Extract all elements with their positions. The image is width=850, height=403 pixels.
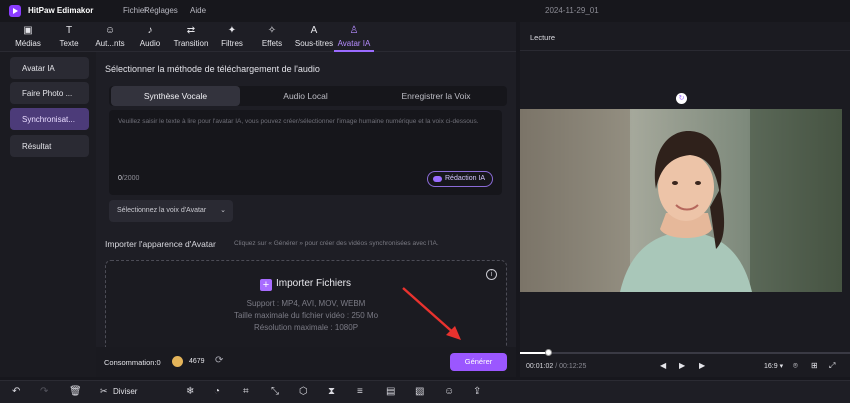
- tab-synthese-vocale[interactable]: Synthèse Vocale: [111, 86, 240, 106]
- transition-icon: ⇄: [186, 25, 196, 36]
- undo-icon[interactable]: ↶: [12, 386, 20, 397]
- tts-text-input[interactable]: Veuillez saisir le texte à lire pour l'a…: [109, 110, 502, 195]
- mirror-icon[interactable]: ⧗: [328, 386, 335, 397]
- crop-icon[interactable]: ⌗: [243, 386, 249, 397]
- media-toolbar: ▣ Médias T Texte ☺ Aut...nts ♪ Audio ⇄ Transi…: [0, 22, 516, 52]
- consumption-label: Consommation:0: [104, 358, 161, 367]
- music-note-icon: ♪: [147, 25, 153, 36]
- tab-filtres[interactable]: ✦ Filtres: [210, 25, 254, 48]
- fullscreen-icon[interactable]: ⤢: [829, 361, 835, 371]
- ai-icon: [433, 176, 442, 182]
- sidebar: Avatar IA Faire Photo ... Synchronisat..…: [0, 52, 96, 377]
- tts-placeholder: Veuillez saisir le texte à lire pour l'a…: [118, 118, 479, 125]
- resize-icon[interactable]: ⤡: [271, 386, 279, 397]
- image-icon: ▣: [23, 25, 33, 36]
- title-bar: HitPaw Edimakor Fichier Réglages Aide 20…: [0, 0, 850, 22]
- grid-icon[interactable]: ⊞: [811, 361, 818, 370]
- audio-method-tabs: Synthèse Vocale Audio Local Enregistrer …: [109, 86, 507, 106]
- mask-icon[interactable]: ⬡: [299, 386, 308, 397]
- next-frame-icon[interactable]: ▶: [699, 361, 705, 370]
- magic-wand-icon: ✧: [267, 25, 277, 36]
- tab-audio-local[interactable]: Audio Local: [243, 86, 368, 106]
- aspect-ratio-select[interactable]: 16:9 ▾: [764, 362, 783, 370]
- info-icon[interactable]: i: [486, 269, 497, 280]
- sidebar-item-resultat[interactable]: Résultat: [10, 135, 89, 157]
- redaction-ia-button[interactable]: Rédaction IA: [427, 171, 493, 187]
- sidebar-item-avatar-ia[interactable]: Avatar IA: [10, 57, 89, 79]
- tab-texte[interactable]: T Texte: [47, 25, 91, 48]
- menu-aide[interactable]: Aide: [190, 6, 206, 15]
- redo-icon[interactable]: ↷: [40, 386, 48, 397]
- video-frame-image: [520, 109, 842, 292]
- freeze-icon[interactable]: ❄: [186, 386, 194, 397]
- avatar-icon: ♙: [349, 25, 359, 36]
- rotate-handle-icon[interactable]: ↻: [676, 93, 687, 104]
- scissors-icon: ✂: [100, 386, 108, 396]
- tab-medias[interactable]: ▣ Médias: [6, 25, 50, 48]
- sidebar-item-faire-photo[interactable]: Faire Photo ...: [10, 82, 89, 104]
- preview-title: Lecture: [530, 33, 556, 42]
- text-icon: T: [65, 25, 73, 36]
- import-files-button[interactable]: + Importer Fichiers: [260, 278, 380, 291]
- sidebar-item-synchronisation[interactable]: Synchronisat...: [10, 108, 89, 130]
- export-clip-icon[interactable]: ⇪: [473, 386, 481, 397]
- time-readout: 00:01:02 / 00:12:25: [526, 363, 587, 370]
- tab-effets[interactable]: ✧ Effets: [250, 25, 294, 48]
- tab-enregistrer-voix[interactable]: Enregistrer la Voix: [372, 86, 500, 106]
- section-title-audio-method: Sélectionner la méthode de téléchargemen…: [105, 64, 320, 74]
- sticker-icon: ☺: [104, 25, 116, 36]
- snapshot-icon[interactable]: ⌾: [793, 361, 798, 371]
- playback-progress-track[interactable]: [520, 352, 850, 354]
- subtitle-icon: A: [310, 25, 318, 36]
- timeline-toolbar: ↶ ↷ 🗑 ✂ Diviser ❄ ◔ ⌗ ⤡ ⬡ ⧗ ≡ ▤ ▧ ☺ ⇪: [0, 380, 850, 403]
- menu-reglages[interactable]: Réglages: [144, 6, 178, 15]
- import-hint: Cliquez sur « Générer » pour créer des v…: [234, 240, 439, 247]
- text-box-icon[interactable]: ▤: [386, 386, 395, 397]
- face-icon[interactable]: ☺: [444, 386, 454, 397]
- annotation-arrow: [402, 287, 461, 340]
- preview-divider: [520, 50, 850, 51]
- refresh-icon[interactable]: ⟳: [215, 355, 223, 366]
- app-title: HitPaw Edimakor: [28, 6, 94, 15]
- split-button[interactable]: Diviser: [113, 387, 137, 396]
- generate-footer: Consommation:0 4679 ⟳ Générer: [96, 347, 516, 377]
- tab-avatar-ia[interactable]: ♙ Avatar IA: [332, 25, 376, 48]
- credits-count: 4679: [189, 358, 205, 365]
- sparkle-icon: ✦: [227, 25, 237, 36]
- ai-tool-icon[interactable]: ▧: [415, 386, 424, 397]
- document-title: 2024-11-29_01: [545, 6, 599, 15]
- tab-autocollants[interactable]: ☺ Aut...nts: [88, 25, 132, 48]
- char-counter: 0/2000: [118, 175, 140, 182]
- speed-icon[interactable]: ◔: [214, 386, 220, 397]
- playhead-knob[interactable]: [545, 349, 552, 356]
- tab-audio[interactable]: ♪ Audio: [128, 25, 172, 48]
- tab-sous-titres[interactable]: A Sous-titres: [292, 25, 336, 48]
- prev-frame-icon[interactable]: ◀: [660, 361, 666, 370]
- play-icon[interactable]: ▶: [679, 361, 685, 370]
- video-preview[interactable]: [520, 109, 842, 292]
- align-icon[interactable]: ≡: [357, 386, 363, 397]
- section-title-import: Importer l'apparence d'Avatar: [105, 239, 216, 249]
- chevron-down-icon: ⌄: [220, 207, 226, 214]
- coin-icon: [172, 356, 183, 367]
- tab-transition[interactable]: ⇄ Transition: [169, 25, 213, 48]
- plus-icon: +: [260, 279, 272, 291]
- app-logo-icon: [9, 5, 21, 17]
- generate-button[interactable]: Générer: [450, 353, 507, 371]
- delete-icon[interactable]: 🗑: [69, 386, 82, 397]
- voice-select[interactable]: Sélectionnez la voix d'Avatar ⌄: [109, 200, 233, 222]
